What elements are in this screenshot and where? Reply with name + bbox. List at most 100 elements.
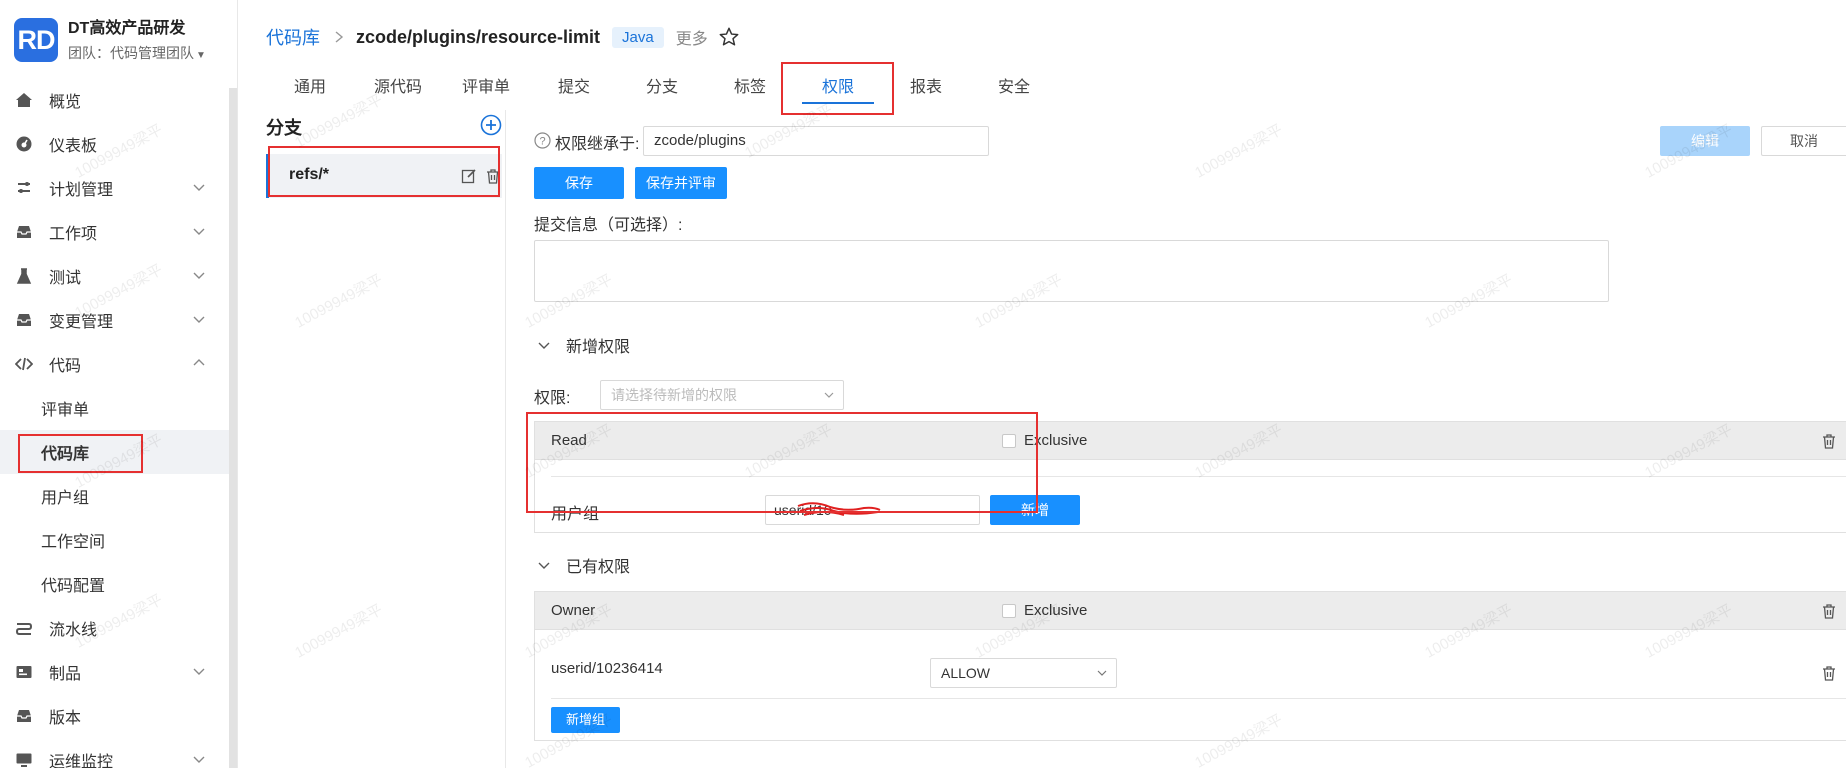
read-card-title: Read: [551, 432, 587, 449]
user-group-input[interactable]: userid/10: [765, 495, 980, 525]
sidebar-item-dashboard[interactable]: 仪表板: [0, 122, 230, 166]
existing-permission-section-toggle[interactable]: 已有权限: [537, 553, 630, 577]
trash-icon[interactable]: [1821, 665, 1837, 681]
sidebar: RD DT高效产品研发 团队：代码管理团队 ▼ 概览 仪表板 计划管理 工作项 测…: [0, 0, 238, 768]
sidebar-item-label: 工作项: [49, 226, 98, 243]
tab-security[interactable]: 安全: [970, 68, 1058, 108]
sidebar-item-test[interactable]: 测试: [0, 254, 230, 298]
owner-card-title: Owner: [551, 602, 596, 619]
tab-commits[interactable]: 提交: [530, 68, 618, 108]
sidebar-item-code[interactable]: 代码: [0, 342, 230, 386]
permission-select[interactable]: 请选择待新增的权限: [600, 380, 844, 410]
branch-item[interactable]: refs/*: [266, 154, 502, 198]
add-user-group-button[interactable]: 新增: [990, 495, 1080, 525]
commit-message-textarea[interactable]: [534, 240, 1609, 302]
sidebar-item-pipeline[interactable]: 流水线: [0, 606, 230, 650]
inbox-icon: [14, 706, 34, 726]
inherit-label: 权限继承于:: [555, 136, 640, 153]
sidebar-scrollbar[interactable]: [229, 88, 237, 768]
sidebar-item-monitor[interactable]: 运维监控: [0, 738, 230, 768]
sidebar-item-change[interactable]: 变更管理: [0, 298, 230, 342]
repo-path: zcode/plugins/resource-limit: [356, 26, 601, 47]
tab-branches[interactable]: 分支: [618, 68, 706, 108]
sidebar-item-label: 计划管理: [49, 182, 114, 199]
sidebar-item-artifact[interactable]: 制品: [0, 650, 230, 694]
exclusive-checkbox[interactable]: [1002, 434, 1016, 448]
divider: [551, 476, 1846, 477]
tab-tags[interactable]: 标签: [706, 68, 794, 108]
trash-icon[interactable]: [1821, 603, 1837, 619]
sidebar-subitem-repo[interactable]: 代码库: [0, 430, 230, 474]
inbox-icon: [14, 222, 34, 242]
sidebar-item-label: 制品: [49, 666, 82, 683]
chevron-down-icon: [824, 392, 834, 398]
team-label: 团队：代码管理团队: [68, 45, 194, 61]
redaction-scribble: [797, 502, 881, 516]
brand: RD DT高效产品研发 团队：代码管理团队 ▼: [14, 18, 206, 66]
sidebar-item-version[interactable]: 版本: [0, 694, 230, 738]
team-switcher[interactable]: 团队：代码管理团队 ▼: [68, 43, 206, 66]
chevron-down-icon: [193, 756, 205, 763]
trash-icon[interactable]: [485, 168, 501, 184]
access-select[interactable]: ALLOW: [930, 658, 1117, 688]
svg-text:?: ?: [539, 136, 545, 148]
permission-select-placeholder: 请选择待新增的权限: [611, 387, 737, 403]
inbox-icon: [14, 310, 34, 330]
chevron-down-icon: [538, 342, 550, 349]
sidebar-item-workitem[interactable]: 工作项: [0, 210, 230, 254]
breadcrumb: 代码库 zcode/plugins/resource-limit Java 更多: [266, 24, 740, 50]
sidebar-item-label: 代码: [49, 358, 82, 375]
tab-permissions[interactable]: 权限: [794, 68, 882, 108]
sidebar-item-plan[interactable]: 计划管理: [0, 166, 230, 210]
add-group-button[interactable]: 新增组: [551, 707, 620, 733]
sidebar-nav: 概览 仪表板 计划管理 工作项 测试 变更管理 代码 评审单 代码库 用户组 工…: [0, 78, 230, 768]
permission-label: 权限:: [534, 390, 571, 407]
read-permission-card: Read Exclusive 用户组 userid/10 新增: [534, 421, 1846, 533]
save-and-review-button[interactable]: 保存并评审: [635, 167, 727, 199]
package-icon: [14, 662, 34, 682]
star-icon[interactable]: [718, 26, 740, 48]
tab-reports[interactable]: 报表: [882, 68, 970, 108]
question-icon[interactable]: ?: [534, 132, 551, 149]
inherit-input[interactable]: zcode/plugins: [643, 126, 989, 156]
tab-source[interactable]: 源代码: [354, 68, 442, 108]
sidebar-subitem-code-config[interactable]: 代码配置: [0, 562, 230, 606]
trash-icon[interactable]: [1821, 433, 1837, 449]
repo-tabs: 通用 源代码 评审单 提交 分支 标签 权限 报表 安全: [266, 68, 1058, 108]
edit-icon[interactable]: [461, 168, 477, 184]
sidebar-item-label: 运维监控: [49, 754, 114, 768]
branch-panel-title: 分支: [266, 118, 302, 138]
save-button[interactable]: 保存: [534, 167, 624, 199]
new-permission-section-toggle[interactable]: 新增权限: [537, 333, 630, 357]
more-button[interactable]: 更多: [676, 25, 708, 49]
chevron-down-icon: [193, 228, 205, 235]
owner-user-id: userid/10236414: [551, 660, 663, 677]
edit-button[interactable]: 编辑: [1660, 126, 1750, 156]
sidebar-subitem-usergroup[interactable]: 用户组: [0, 474, 230, 518]
add-branch-icon[interactable]: [480, 114, 502, 136]
permissions-panel: ? 权限继承于: zcode/plugins 保存 保存并评审 编辑 取消 提交…: [507, 110, 1846, 768]
exclusive-label: Exclusive: [1024, 602, 1088, 619]
plan-icon: [14, 178, 34, 198]
owner-card-header: Owner Exclusive: [535, 592, 1846, 630]
cancel-button[interactable]: 取消: [1761, 126, 1846, 156]
divider: [551, 698, 1846, 699]
chevron-right-icon: [335, 31, 344, 43]
sidebar-item-label: 测试: [49, 270, 82, 287]
sidebar-subitem-review[interactable]: 评审单: [0, 386, 230, 430]
read-card-header: Read Exclusive: [535, 422, 1846, 460]
chevron-up-icon: [193, 359, 205, 366]
pipeline-icon: [14, 618, 34, 638]
chevron-down-icon: [193, 668, 205, 675]
exclusive-checkbox[interactable]: [1002, 604, 1016, 618]
breadcrumb-repo-link[interactable]: 代码库: [266, 24, 320, 50]
sidebar-subitem-workspace[interactable]: 工作空间: [0, 518, 230, 562]
tab-general[interactable]: 通用: [266, 68, 354, 108]
sidebar-item-label: 仪表板: [49, 138, 98, 155]
flask-icon: [14, 266, 34, 286]
sidebar-item-overview[interactable]: 概览: [0, 78, 230, 122]
chevron-down-icon: [1097, 670, 1107, 676]
tab-review[interactable]: 评审单: [442, 68, 530, 108]
sidebar-item-label: 版本: [49, 710, 82, 727]
sidebar-item-label: 概览: [49, 94, 82, 111]
